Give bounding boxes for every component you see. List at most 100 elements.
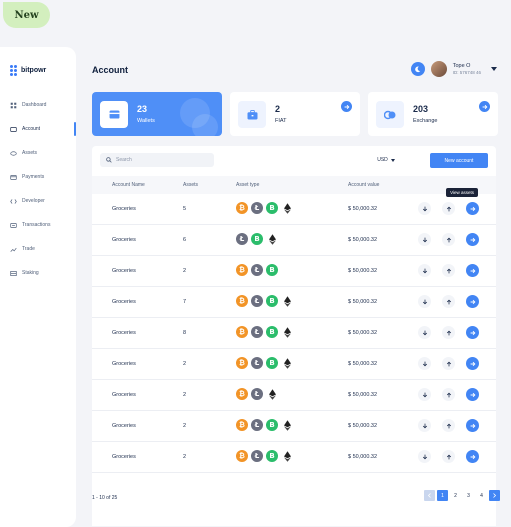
search-box[interactable] [100,153,214,167]
table-row[interactable]: Groceries 6 Ł B $ 50,000.32 [92,225,496,256]
view-assets-button[interactable] [466,295,479,308]
account-name[interactable]: Groceries [112,299,136,305]
deposit-button[interactable] [442,233,455,246]
user-info[interactable]: Tope O ID: 576748 46 [453,63,481,75]
wallet-icon [10,126,17,133]
view-assets-button[interactable] [466,419,479,432]
search-input[interactable] [116,157,206,163]
stat-card-wallets[interactable]: 23 Wallets [92,92,222,136]
deposit-button[interactable] [442,295,455,308]
arrow-down-icon [422,237,427,242]
column-header[interactable]: Account Name [112,182,145,188]
page-button[interactable]: 3 [463,490,474,501]
row-actions [418,419,479,432]
withdraw-button[interactable] [418,264,431,277]
page-button[interactable]: 2 [450,490,461,501]
withdraw-button[interactable] [418,357,431,370]
view-assets-button[interactable] [466,233,479,246]
table-row[interactable]: Groceries 2 ₿ Ł B $ 50,000.32 [92,411,496,442]
deposit-button[interactable] [442,357,455,370]
currency-select[interactable]: USD [372,153,400,167]
asset-count: 8 [183,330,187,336]
withdraw-button[interactable] [418,450,431,463]
prev-page-button[interactable] [424,490,435,501]
arrow-right-icon [470,299,475,304]
deposit-button[interactable] [442,264,455,277]
view-assets-button[interactable] [466,450,479,463]
column-header[interactable]: Account value [348,182,379,188]
view-assets-button[interactable] [466,388,479,401]
stat-card-exchange[interactable]: 203 Exchange [368,92,498,136]
deposit-button[interactable] [442,419,455,432]
sidebar-item-staking[interactable]: Staking [0,261,76,285]
account-name[interactable]: Groceries [112,206,136,212]
sidebar-item-label: Dashboard [22,102,47,108]
asset-count: 2 [183,392,187,398]
column-header[interactable]: Asset type [236,182,259,188]
deposit-button[interactable] [442,202,455,215]
account-value: $ 50,000.32 [348,206,378,212]
arrow-right-icon [470,454,475,459]
view-assets-button[interactable] [466,202,479,215]
account-name[interactable]: Groceries [112,361,136,367]
withdraw-button[interactable] [418,202,431,215]
account-name[interactable]: Groceries [112,237,136,243]
withdraw-button[interactable] [418,419,431,432]
table-row[interactable]: Groceries 7 ₿ Ł B $ 50,000.32 [92,287,496,318]
withdraw-button[interactable] [418,295,431,308]
arrow-down-icon [422,330,427,335]
sidebar-item-assets[interactable]: Assets [0,141,76,165]
view-assets-button[interactable] [466,357,479,370]
row-actions [418,388,479,401]
account-name[interactable]: Groceries [112,454,136,460]
deposit-button[interactable] [442,326,455,339]
deposit-button[interactable] [442,450,455,463]
account-value: $ 50,000.32 [348,237,378,243]
account-value: $ 50,000.32 [348,361,378,367]
column-header[interactable]: Assets [183,182,198,188]
stat-card-fiat[interactable]: 2 FIAT [230,92,360,136]
view-assets-button[interactable] [466,326,479,339]
account-name[interactable]: Groceries [112,268,136,274]
account-name[interactable]: Groceries [112,423,136,429]
sidebar-item-label: Assets [22,150,38,156]
withdraw-button[interactable] [418,388,431,401]
table-row[interactable]: Groceries 5 ₿ Ł B $ 50,000.32 View assets [92,188,496,225]
chevron-down-icon[interactable] [491,67,497,71]
sidebar-item-developer[interactable]: Developer [0,189,76,213]
app-window: bitpowr Dashboard Account Assets Payments De… [0,47,511,527]
stat-label: Wallets [137,118,155,124]
theme-toggle-button[interactable] [410,62,425,76]
table-row[interactable]: Groceries 8 ₿ Ł B $ 50,000.32 [92,318,496,349]
table-row[interactable]: Groceries 2 ₿ Ł B $ 50,000.32 [92,442,496,473]
sidebar-item-payments[interactable]: Payments [0,165,76,189]
new-account-button[interactable]: New account [430,153,488,168]
open-fiat-button[interactable] [341,101,352,112]
litecoin-icon: Ł [251,264,263,276]
account-name[interactable]: Groceries [112,330,136,336]
sidebar-item-trade[interactable]: Trade [0,237,76,261]
deposit-button[interactable] [442,388,455,401]
avatar[interactable] [430,61,447,77]
page-button[interactable]: 1 [437,490,448,501]
brand-logo[interactable]: bitpowr [10,65,46,76]
bitcoin-icon: ₿ [236,202,248,214]
withdraw-button[interactable] [418,233,431,246]
table-row[interactable]: Groceries 2 ₿ Ł B $ 50,000.32 [92,349,496,380]
account-name[interactable]: Groceries [112,392,136,398]
view-assets-button[interactable] [466,264,479,277]
table-row[interactable]: Groceries 2 ₿ Ł B $ 50,000.32 [92,256,496,287]
withdraw-button[interactable] [418,326,431,339]
page-button[interactable]: 4 [476,490,487,501]
asset-types: ₿ Ł B [236,264,278,276]
bitcoin-icon: ₿ [236,357,248,369]
bitcoin-icon: ₿ [236,264,248,276]
card-icon [10,174,17,181]
table-row[interactable]: Groceries 2 ₿ Ł $ 50,000.32 [92,380,496,411]
arrow-down-icon [422,423,427,428]
sidebar-item-transactions[interactable]: Transactions [0,213,76,237]
sidebar-item-dashboard[interactable]: Dashboard [0,93,76,117]
open-exchange-button[interactable] [479,101,490,112]
sidebar-item-account[interactable]: Account [0,117,76,141]
next-page-button[interactable] [489,490,500,501]
